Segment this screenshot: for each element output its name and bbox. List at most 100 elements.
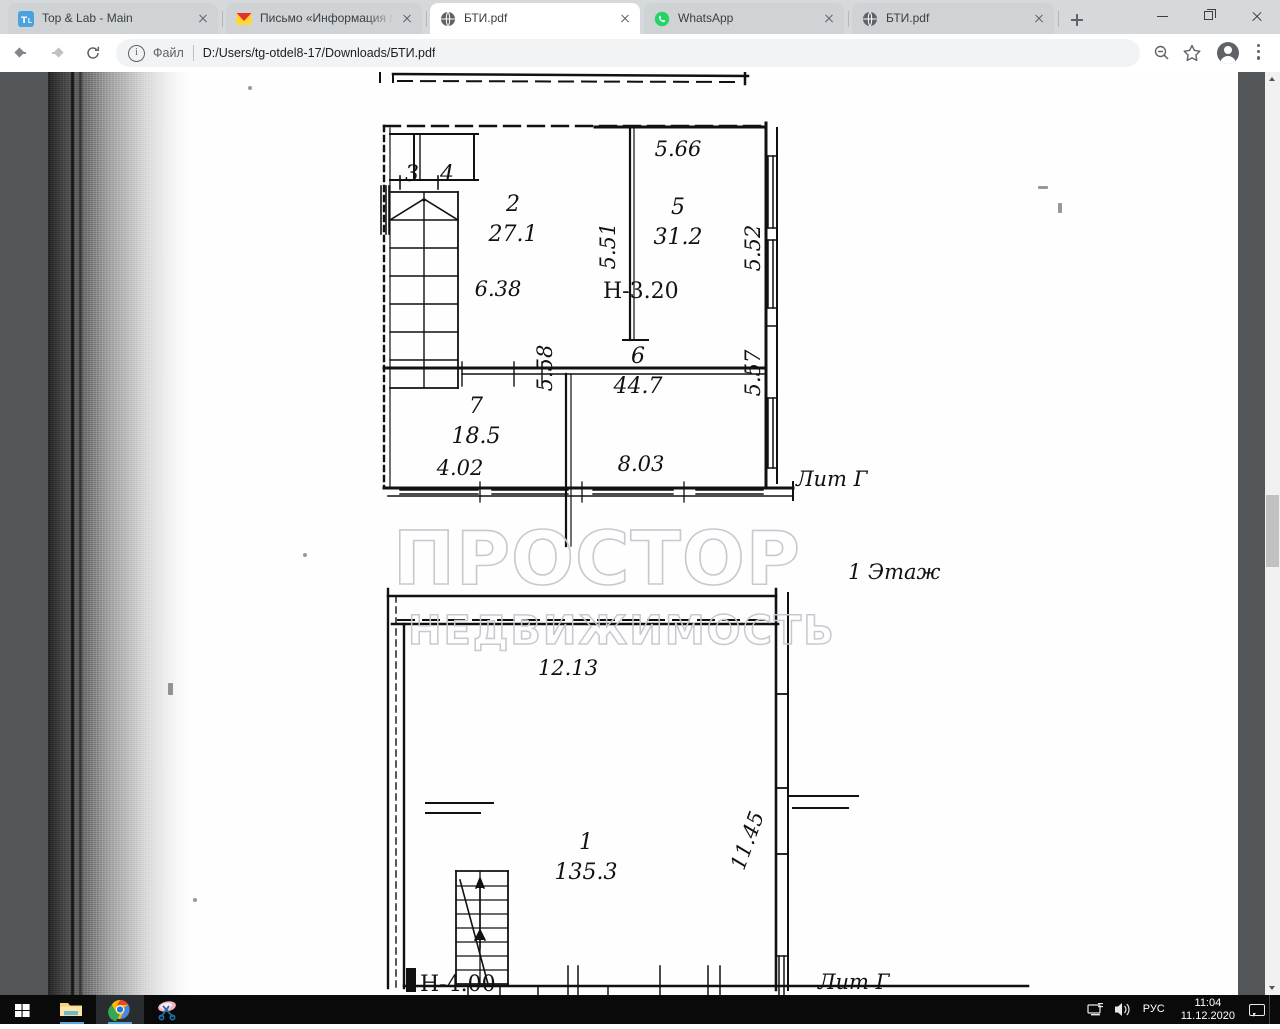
profile-avatar <box>1217 42 1239 64</box>
height-label-400: Н-4.00 <box>420 972 496 995</box>
network-icon[interactable] <box>1083 995 1109 1024</box>
dimension-5-57: 5.57 <box>741 349 765 396</box>
arrow-right-icon <box>51 47 63 59</box>
room-6-area-text: 44.7 <box>613 374 663 399</box>
windows-taskbar: РУС 11:04 11.12.2020 <box>0 995 1280 1024</box>
omnibox-scheme-label: Файл <box>153 46 184 60</box>
room-area-7: 18.5 <box>452 424 501 449</box>
system-tray: РУС 11:04 11.12.2020 <box>1083 995 1280 1024</box>
dimension-5-51: 5.51 <box>596 223 620 270</box>
lit-label-upper: Лит Г <box>795 467 869 491</box>
dimension-8-03: 8.03 <box>618 452 665 476</box>
site-info-icon[interactable] <box>128 44 145 62</box>
lit-label-lower: Лит Г <box>817 970 891 994</box>
height-label-320: Н-3.20 <box>603 279 679 304</box>
scrollbar-track[interactable] <box>1265 87 1280 980</box>
tab-title: WhatsApp <box>678 11 734 25</box>
pdf-viewer: 3 4 2 27.1 5 31.2 6 7 18.5 5.66 5.51 5.5… <box>0 72 1280 995</box>
tab-title: Top & Lab - Main <box>42 11 133 25</box>
omnibox-divider <box>192 45 194 61</box>
tab-close-button[interactable] <box>616 10 634 28</box>
scroll-up-arrow[interactable] <box>1265 72 1280 87</box>
back-button[interactable] <box>6 38 36 68</box>
show-desktop-button[interactable] <box>1269 995 1276 1024</box>
tl-app-icon: T L <box>18 10 34 27</box>
new-tab-button[interactable] <box>1064 7 1090 33</box>
room-area-5: 31.2 <box>654 225 703 250</box>
svg-text:L: L <box>28 17 33 25</box>
kebab-menu-icon[interactable] <box>1244 39 1272 67</box>
dimension-12-13: 12.13 <box>538 656 598 680</box>
tab-strip: T L Top & Lab - Main Письмо «Информация … <box>0 0 1280 34</box>
room-area-1: 135.3 <box>555 860 618 885</box>
omnibox-url-text: D:/Users/tg-otdel8-17/Downloads/БТИ.pdf <box>202 46 436 60</box>
taskbar-google-chrome[interactable] <box>96 995 144 1024</box>
chrome-browser: T L Top & Lab - Main Письмо «Информация … <box>0 0 1280 995</box>
tab-separator <box>848 11 849 27</box>
browser-tab-mail-message[interactable]: Письмо «Информация по <box>226 3 422 34</box>
scrollbar-thumb[interactable] <box>1266 495 1279 567</box>
browser-tab-bti-pdf-active[interactable]: БТИ.pdf <box>430 3 640 34</box>
globe-icon <box>440 11 456 27</box>
avatar-icon[interactable] <box>1214 39 1242 67</box>
room-number-3: 3 <box>405 162 419 187</box>
tab-separator <box>222 11 223 27</box>
room-number-6: 6 <box>631 344 645 369</box>
tab-title: БТИ.pdf <box>886 11 930 25</box>
vertical-scrollbar[interactable] <box>1265 72 1280 995</box>
partial-top-wall <box>379 72 750 86</box>
window-close-button[interactable] <box>1234 0 1280 32</box>
room-number-5: 5 <box>671 195 685 220</box>
tab-separator <box>1058 11 1059 27</box>
dimension-11-45: 11.45 <box>726 808 769 873</box>
browser-tab-bti-pdf-2[interactable]: БТИ.pdf <box>852 3 1054 34</box>
tab-title: Письмо «Информация по <box>260 11 394 25</box>
whatsapp-icon <box>654 11 670 27</box>
window-maximize-button[interactable] <box>1188 0 1234 32</box>
dimension-5-58: 5.58 <box>533 345 557 392</box>
zoom-out-icon[interactable] <box>1148 39 1176 67</box>
room-number-7: 7 <box>469 394 483 419</box>
dimension-5-52: 5.52 <box>741 225 765 272</box>
room-number-4: 4 <box>439 162 454 187</box>
dimension-4-02: 4.02 <box>436 456 484 480</box>
globe-icon <box>862 11 878 27</box>
room-area-2: 27.1 <box>488 222 538 247</box>
address-bar[interactable]: Файл D:/Users/tg-otdel8-17/Downloads/БТИ… <box>116 39 1140 67</box>
forward-button[interactable] <box>42 38 72 68</box>
browser-tab-whatsapp[interactable]: WhatsApp <box>644 3 844 34</box>
window-minimize-button[interactable] <box>1142 0 1188 32</box>
room-number-1: 1 <box>579 830 593 855</box>
tab-close-button[interactable] <box>194 10 212 28</box>
browser-toolbar: Файл D:/Users/tg-otdel8-17/Downloads/БТИ… <box>0 34 1280 72</box>
clock-time: 11:04 <box>1194 996 1222 1009</box>
start-button[interactable] <box>0 995 48 1024</box>
browser-window: T L Top & Lab - Main Письмо «Информация … <box>0 0 1280 1024</box>
tab-close-button[interactable] <box>1030 10 1048 28</box>
dimension-6-38: 6.38 <box>475 277 522 301</box>
floor-label: 1 Этаж <box>848 560 941 584</box>
tab-title: БТИ.pdf <box>464 11 508 25</box>
tab-separator <box>426 11 427 27</box>
clock[interactable]: 11:04 11.12.2020 <box>1173 997 1243 1023</box>
clock-date: 11.12.2020 <box>1180 1009 1235 1022</box>
three-dot-menu <box>1257 44 1261 63</box>
language-indicator[interactable]: РУС <box>1135 995 1173 1024</box>
reload-icon <box>85 45 101 61</box>
reload-button[interactable] <box>78 38 108 68</box>
pdf-page: 3 4 2 27.1 5 31.2 6 7 18.5 5.66 5.51 5.5… <box>48 72 1238 995</box>
room-number-2: 2 <box>505 192 520 217</box>
taskbar-snipping-tool[interactable] <box>144 995 192 1024</box>
browser-tab-top-lab-main[interactable]: T L Top & Lab - Main <box>8 3 218 34</box>
notification-icon[interactable] <box>1243 995 1269 1024</box>
arrow-left-icon <box>15 47 27 59</box>
volume-icon[interactable] <box>1109 995 1135 1024</box>
tab-close-button[interactable] <box>820 10 838 28</box>
tab-close-button[interactable] <box>398 10 416 28</box>
mailru-envelope-icon <box>236 11 252 27</box>
scroll-down-arrow[interactable] <box>1265 980 1280 995</box>
floor-plan-drawing: 3 4 2 27.1 5 31.2 6 7 18.5 5.66 5.51 5.5… <box>379 72 1030 995</box>
taskbar-file-explorer[interactable] <box>48 995 96 1024</box>
star-icon[interactable] <box>1178 39 1206 67</box>
dimension-5-66: 5.66 <box>655 137 702 161</box>
